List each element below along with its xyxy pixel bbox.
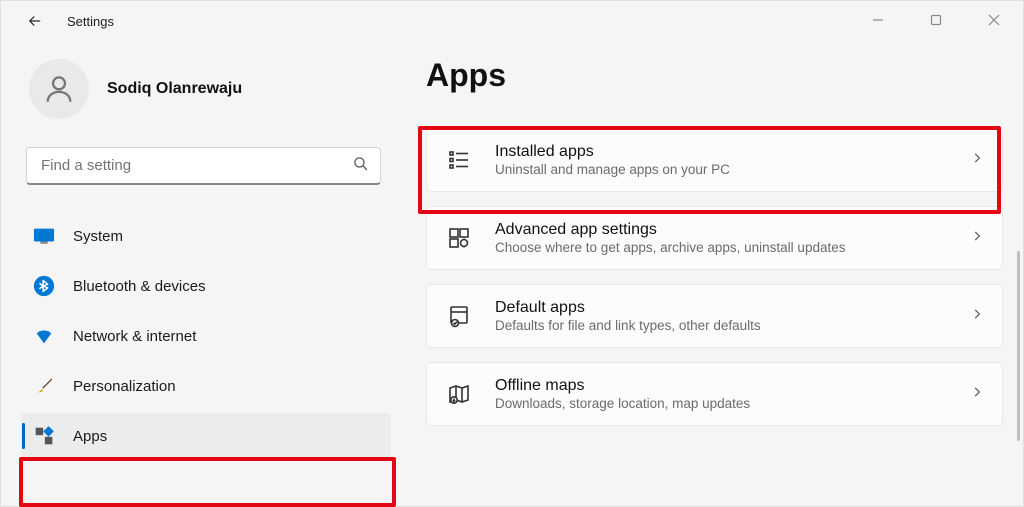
sidebar-item-label: Network & internet [73,328,196,345]
sidebar-item-bluetooth[interactable]: Bluetooth & devices [21,263,391,309]
card-offline-maps[interactable]: Offline maps Downloads, storage location… [426,362,1003,426]
card-subtitle: Uninstall and manage apps on your PC [495,162,948,177]
card-subtitle: Choose where to get apps, archive apps, … [495,240,948,255]
search-icon [352,155,369,177]
avatar [29,59,89,119]
sidebar-item-label: Bluetooth & devices [73,278,206,295]
card-title: Installed apps [495,143,948,161]
sidebar: Sodiq Olanrewaju System Bluetooth & devi… [1,41,396,506]
chevron-right-icon [970,385,984,404]
page-title: Apps [426,57,1003,94]
bluetooth-icon [33,275,55,297]
card-title: Advanced app settings [495,221,948,239]
close-button[interactable] [965,1,1023,39]
chevron-right-icon [970,229,984,248]
sidebar-item-label: System [73,228,123,245]
titlebar: Settings [1,1,1023,41]
card-title: Default apps [495,299,948,317]
chevron-right-icon [970,151,984,170]
sidebar-item-personalization[interactable]: Personalization [21,363,391,409]
search-input[interactable] [26,147,381,185]
sidebar-item-system[interactable]: System [21,213,391,259]
card-title: Offline maps [495,377,948,395]
scrollbar[interactable] [1017,251,1020,441]
nav: System Bluetooth & devices Network & int… [21,213,391,459]
minimize-button[interactable] [849,1,907,39]
card-subtitle: Downloads, storage location, map updates [495,396,948,411]
list-icon [445,146,473,174]
card-installed-apps[interactable]: Installed apps Uninstall and manage apps… [426,128,1003,192]
card-default-apps[interactable]: Default apps Defaults for file and link … [426,284,1003,348]
sidebar-item-label: Personalization [73,378,176,395]
window-title: Settings [67,14,114,29]
sidebar-item-apps[interactable]: Apps [21,413,391,459]
brush-icon [33,375,55,397]
map-icon [445,380,473,408]
default-apps-icon [445,302,473,330]
apps-icon [33,425,55,447]
sidebar-item-label: Apps [73,428,107,445]
profile-name: Sodiq Olanrewaju [107,80,242,98]
profile[interactable]: Sodiq Olanrewaju [21,59,396,119]
sidebar-item-network[interactable]: Network & internet [21,313,391,359]
card-subtitle: Defaults for file and link types, other … [495,318,948,333]
chevron-right-icon [970,307,984,326]
back-button[interactable] [21,7,49,35]
advanced-icon [445,224,473,252]
wifi-icon [33,325,55,347]
system-icon [33,225,55,247]
maximize-button[interactable] [907,1,965,39]
main: Apps Installed apps Uninstall and manage… [396,41,1023,506]
card-advanced-app-settings[interactable]: Advanced app settings Choose where to ge… [426,206,1003,270]
